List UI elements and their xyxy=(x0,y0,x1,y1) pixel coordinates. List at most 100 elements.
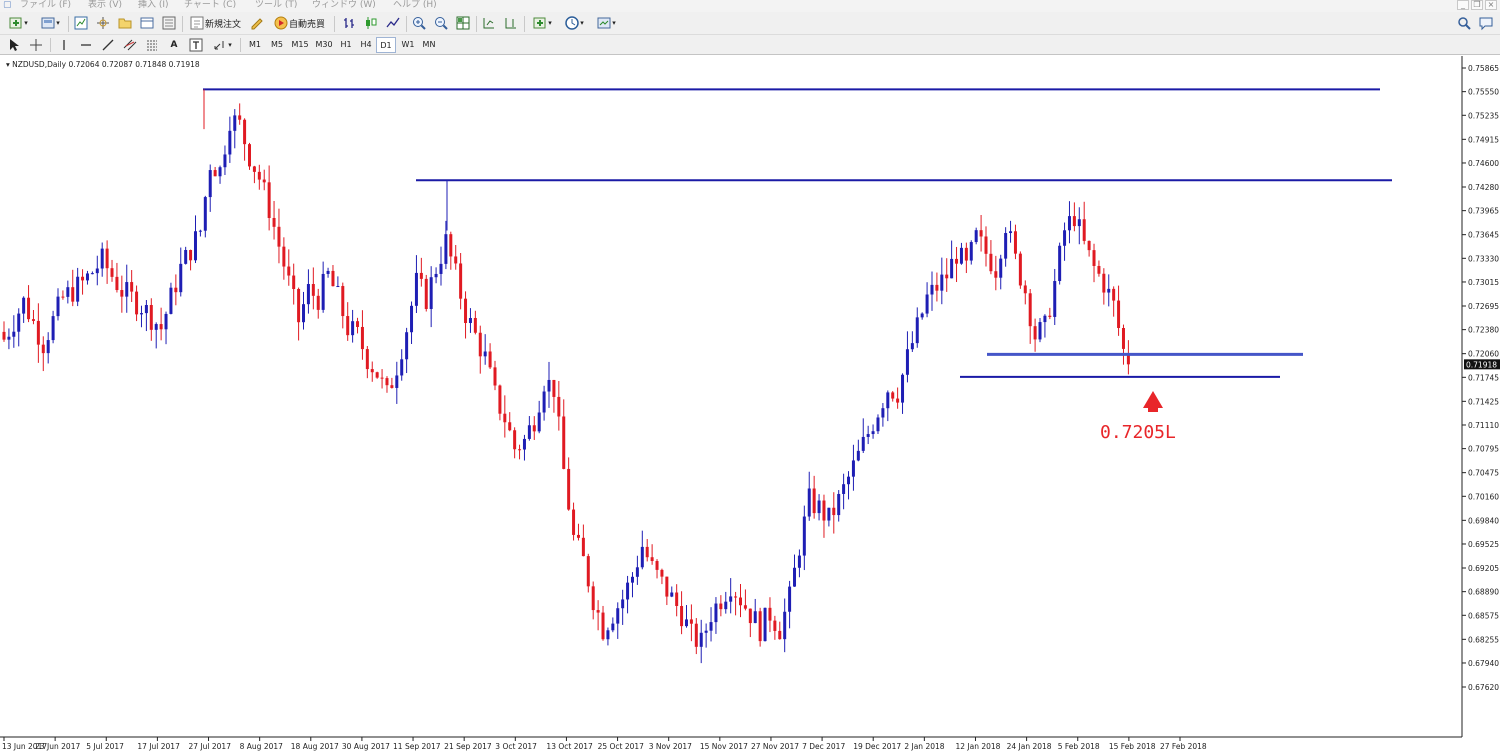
indicators-button[interactable]: ▾ xyxy=(528,14,556,32)
minimize-button[interactable]: _ xyxy=(1457,0,1469,10)
y-tick-label: 0.69840 xyxy=(1468,516,1499,525)
profiles-button[interactable]: ▾ xyxy=(36,14,64,32)
y-tick-label: 0.75550 xyxy=(1468,88,1499,97)
cursor-icon[interactable] xyxy=(6,36,22,54)
crosshair-icon[interactable] xyxy=(28,36,44,54)
line-chart-icon[interactable] xyxy=(384,14,402,32)
candle-body xyxy=(576,534,580,538)
trendline-icon[interactable] xyxy=(100,36,116,54)
tile-windows-icon[interactable] xyxy=(454,14,472,32)
timeframe-h4[interactable]: H4 xyxy=(356,37,376,53)
templates-button[interactable]: ▾ xyxy=(592,14,620,32)
candle-body xyxy=(459,263,463,299)
tester-button[interactable] xyxy=(160,14,178,32)
vertical-line-icon[interactable] xyxy=(56,36,72,54)
y-tick-label: 0.71745 xyxy=(1468,373,1499,382)
candle-body xyxy=(198,230,202,232)
candle-body xyxy=(552,379,556,397)
candle-body xyxy=(748,608,752,624)
terminal-button[interactable] xyxy=(138,14,156,32)
bar-chart-icon[interactable] xyxy=(340,14,358,32)
candle-body xyxy=(753,611,757,624)
menu-item-0[interactable]: ファイル (F) xyxy=(20,0,71,11)
candle-body xyxy=(1053,281,1057,317)
fibonacci-icon[interactable] xyxy=(144,36,160,54)
candle-body xyxy=(783,611,787,640)
timeframe-m15[interactable]: M15 xyxy=(288,37,312,53)
x-tick-label: 21 Sep 2017 xyxy=(444,742,492,751)
candle-body xyxy=(429,277,433,309)
candle-body xyxy=(488,351,492,368)
candle-body xyxy=(419,272,423,279)
x-tick-label: 23 Jun 2017 xyxy=(35,742,80,751)
data-window-button[interactable] xyxy=(94,14,112,32)
candle-body xyxy=(7,336,11,340)
candle-body xyxy=(22,297,26,314)
x-tick-label: 13 Oct 2017 xyxy=(546,742,593,751)
timeframe-h1[interactable]: H1 xyxy=(336,37,356,53)
menu-item-6[interactable]: ヘルプ (H) xyxy=(393,0,437,11)
current-price-label: 0.71918 xyxy=(1466,360,1497,369)
arrows-icon[interactable]: ▾ xyxy=(210,36,234,54)
menu-item-1[interactable]: 表示 (V) xyxy=(88,0,122,11)
navigator-button[interactable] xyxy=(116,14,134,32)
new-chart-button[interactable]: ▾ xyxy=(4,14,32,32)
text-label-icon[interactable] xyxy=(188,36,204,54)
chart-window[interactable]: 0.75865 0.75550 0.75235 0.74915 0.74600 0.742… xyxy=(0,56,1500,753)
candle-body xyxy=(851,460,855,477)
x-tick-label: 24 Jan 2018 xyxy=(1007,742,1052,751)
candlestick-icon[interactable] xyxy=(362,14,380,32)
timeframe-mn[interactable]: MN xyxy=(418,37,440,53)
candle-body xyxy=(974,230,978,243)
candle-body xyxy=(1072,216,1076,227)
market-watch-button[interactable] xyxy=(72,14,90,32)
symbol-info-text: NZDUSD,Daily 0.72064 0.72087 0.71848 0.7… xyxy=(12,60,200,69)
candle-body xyxy=(920,313,924,318)
new-order-button[interactable]: 新規注文 xyxy=(186,14,244,32)
candle-body xyxy=(90,273,94,275)
text-icon[interactable]: A xyxy=(166,36,182,54)
auto-scroll-icon[interactable] xyxy=(480,14,498,32)
metaeditor-button[interactable] xyxy=(248,14,266,32)
horizontal-line-icon[interactable] xyxy=(78,36,94,54)
candle-body xyxy=(1063,230,1067,246)
menu-item-3[interactable]: チャート (C) xyxy=(184,0,236,11)
candle-body xyxy=(739,597,742,606)
channel-icon[interactable] xyxy=(122,36,138,54)
auto-trading-button[interactable]: 自動売買 xyxy=(270,14,328,32)
candle-body xyxy=(375,372,379,378)
restore-button[interactable]: ❐ xyxy=(1471,0,1483,10)
candle-body xyxy=(46,340,50,354)
chat-icon[interactable] xyxy=(1478,14,1494,32)
menu-item-5[interactable]: ウィンドウ (W) xyxy=(312,0,376,11)
timeframe-m30[interactable]: M30 xyxy=(312,37,336,53)
candle-body xyxy=(306,284,310,305)
candle-body xyxy=(473,317,477,333)
candle-body xyxy=(562,416,566,469)
candle-body xyxy=(734,596,738,598)
candle-body xyxy=(351,321,355,336)
price-chart[interactable]: 0.75865 0.75550 0.75235 0.74915 0.74600 0.742… xyxy=(0,56,1500,753)
zoom-in-icon[interactable] xyxy=(410,14,428,32)
menu-item-2[interactable]: 挿入 (I) xyxy=(138,0,169,11)
candle-body xyxy=(670,592,674,597)
timeframe-m5[interactable]: M5 xyxy=(266,37,288,53)
chart-shift-icon[interactable] xyxy=(502,14,520,32)
periods-button[interactable]: ▾ xyxy=(560,14,588,32)
timeframe-m1[interactable]: M1 xyxy=(244,37,266,53)
close-button[interactable]: × xyxy=(1485,0,1497,10)
candle-body xyxy=(1023,285,1027,294)
timeframe-w1[interactable]: W1 xyxy=(398,37,418,53)
candle-body xyxy=(616,608,620,624)
timeframe-d1[interactable]: D1 xyxy=(376,37,396,53)
search-icon[interactable] xyxy=(1456,14,1472,32)
candle-body xyxy=(601,612,605,640)
menu-item-4[interactable]: ツール (T) xyxy=(255,0,297,11)
candle-body xyxy=(955,258,959,264)
candle-body xyxy=(193,231,197,261)
zoom-out-icon[interactable] xyxy=(432,14,450,32)
candle-body xyxy=(508,422,512,431)
y-tick-label: 0.73965 xyxy=(1468,207,1499,216)
candle-body xyxy=(822,500,826,521)
candle-body xyxy=(41,344,45,354)
